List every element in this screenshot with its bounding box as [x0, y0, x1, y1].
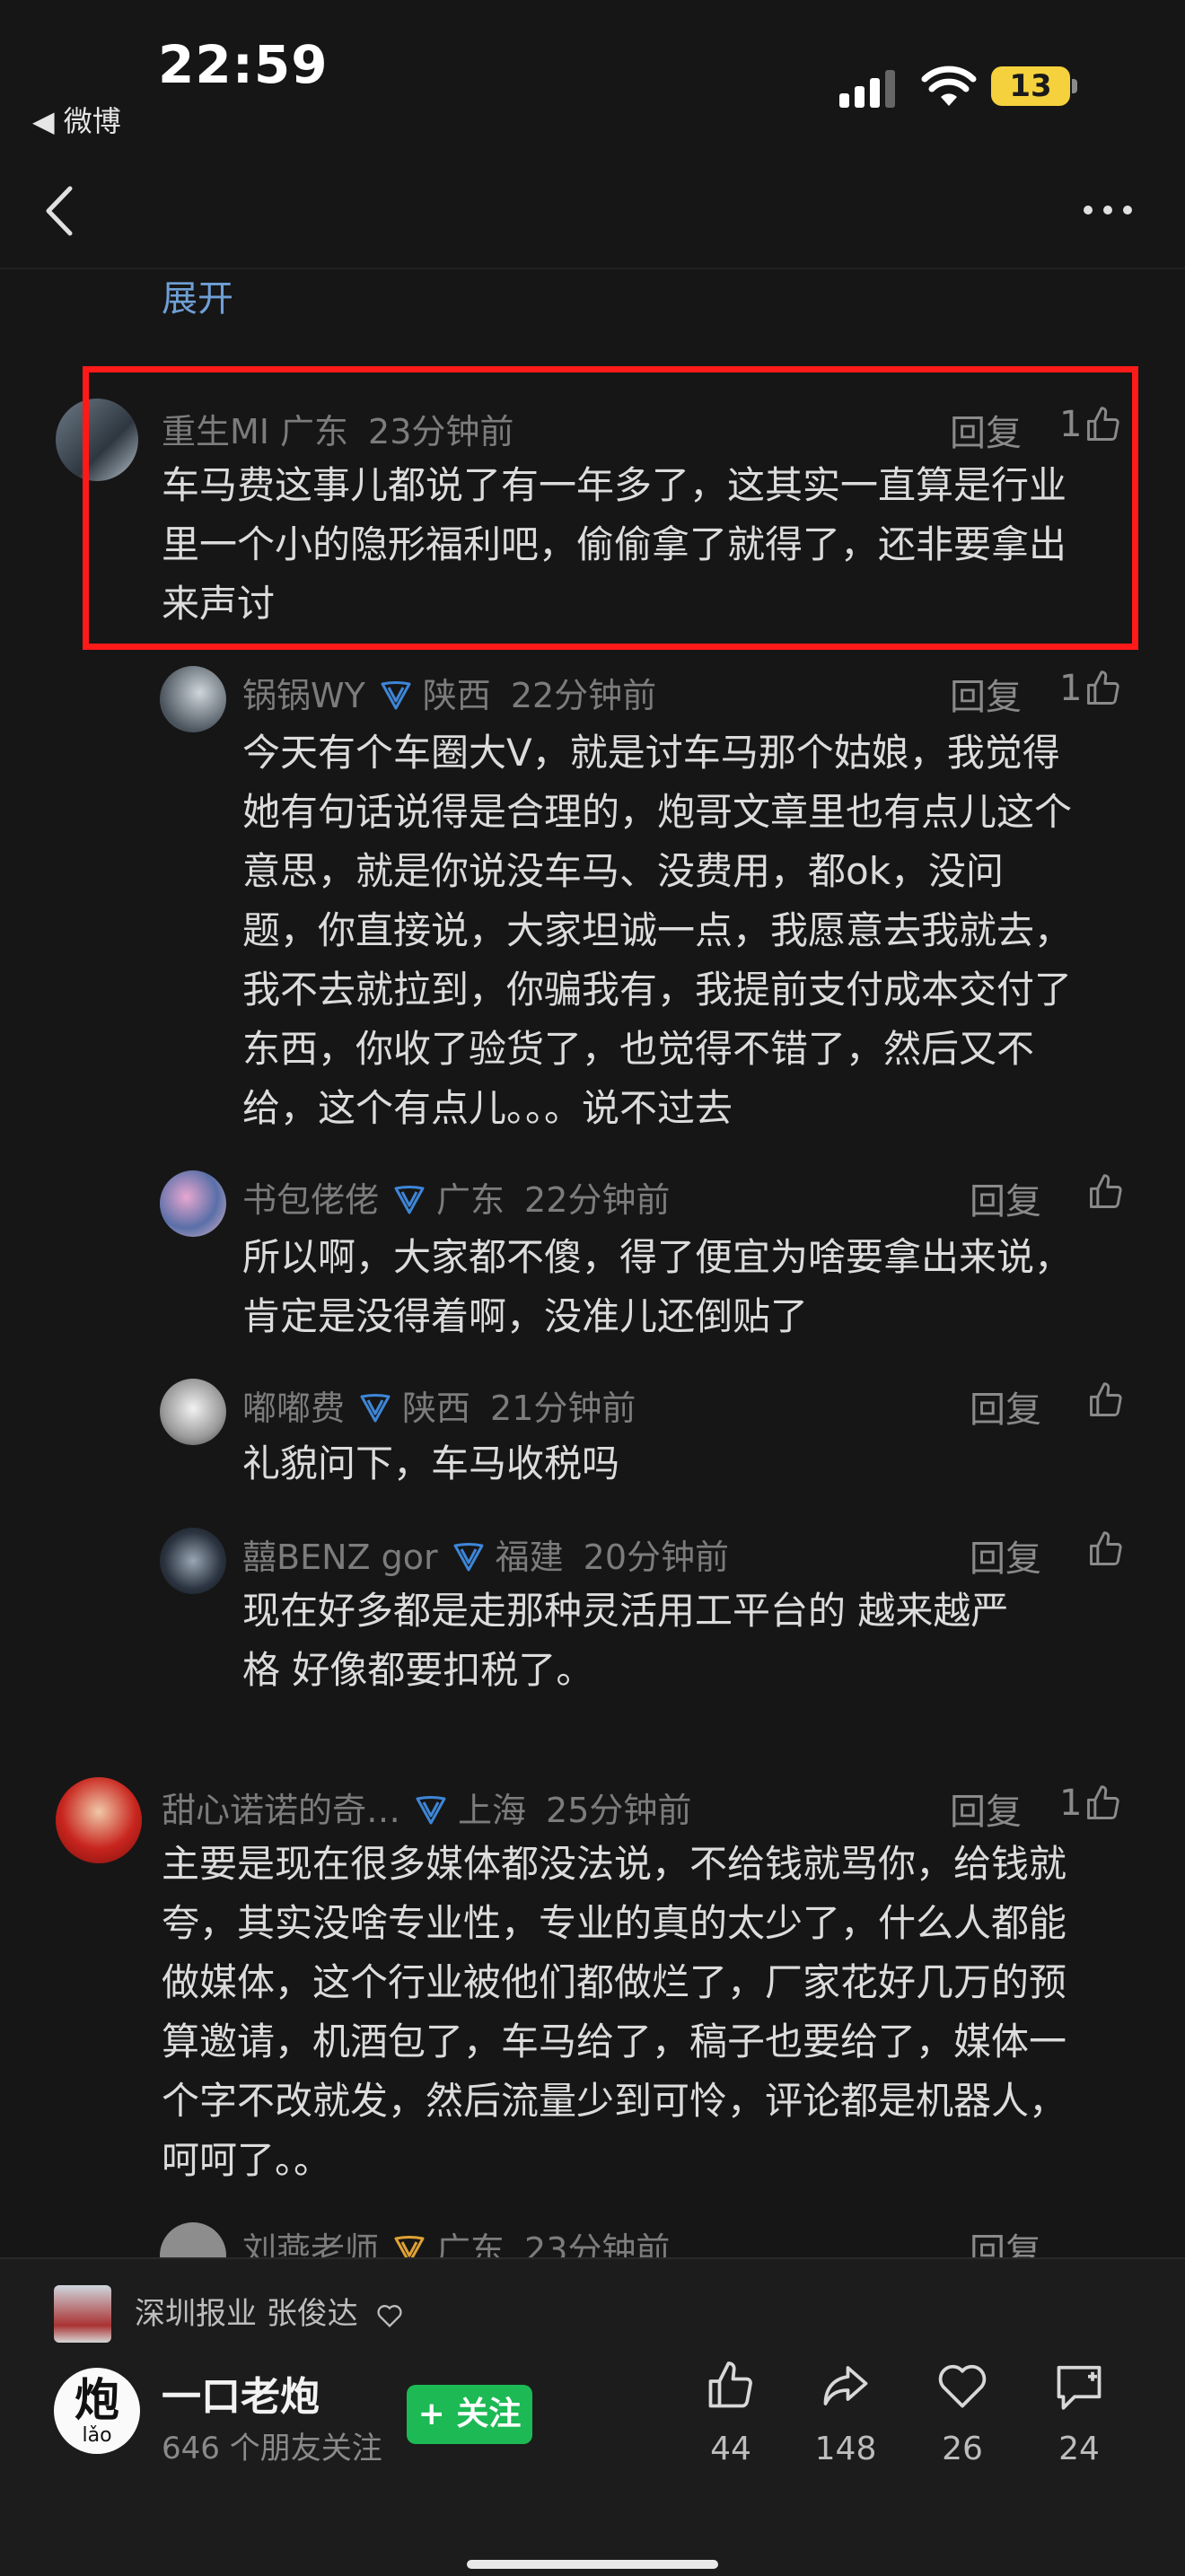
- comment-line: 算邀请，机酒包了，车马给了，稿子也要给了，媒体一: [162, 2020, 1067, 2063]
- comment-time: 22分钟前: [510, 676, 657, 715]
- comment-body: 礼貌问下，车马收税吗: [242, 1434, 1149, 1494]
- more-options-icon[interactable]: [1081, 203, 1135, 217]
- repost-source-avatar[interactable]: [54, 2285, 111, 2343]
- like-button[interactable]: [1086, 1172, 1126, 1212]
- commenter-location: 福建: [495, 1538, 564, 1577]
- reply-button[interactable]: 回复: [970, 1380, 1041, 1433]
- comment-line: 格 好像都要扣税了。: [242, 1648, 594, 1692]
- account-name[interactable]: 一口老炮: [162, 2364, 320, 2422]
- like-button[interactable]: 1: [1059, 668, 1123, 709]
- comment-line: 呵呵了。。: [162, 2138, 332, 2182]
- verified-badge-icon: [360, 1393, 391, 1422]
- battery-indicator: 13: [991, 66, 1070, 106]
- like-button[interactable]: [1086, 1380, 1126, 1420]
- repost-source-text[interactable]: 深圳报业 张俊达: [135, 2289, 404, 2333]
- comment-meta: 甜心诺诺的奇… 上海 25分钟前: [162, 1783, 691, 1832]
- battery-cap: [1072, 79, 1077, 93]
- thumbs-up-icon: [1087, 670, 1120, 705]
- comment-line: 今天有个车圈大V，就是讨车马那个姑娘，我觉得: [242, 731, 1060, 775]
- like-count: 1: [1059, 1783, 1083, 1824]
- comment-meta: 书包佬佬 广东 22分钟前: [242, 1172, 670, 1222]
- avatar[interactable]: [56, 1777, 142, 1863]
- comment-body: 今天有个车圈大V，就是讨车马那个姑娘，我觉得 她有句话说得是合理的，炮哥文章里也…: [242, 723, 1149, 1138]
- account-avatar-sub: lǎo: [82, 2424, 112, 2447]
- avatar[interactable]: [160, 666, 226, 732]
- commenter-location: 陕西: [422, 676, 491, 715]
- repost-count: 148: [814, 2431, 877, 2467]
- account-followers: 646 个朋友关注: [162, 2431, 382, 2466]
- comment-body: 所以啊，大家都不傻，得了便宜为啥要拿出来说， 肯定是没得着啊，没准儿还倒贴了: [242, 1228, 1149, 1346]
- comment-time: 21分钟前: [490, 1389, 636, 1428]
- comment-meta: 囍BENZ gor 福建 20分钟前: [242, 1529, 729, 1579]
- comment-line: 给，这个有点儿。。。说不过去: [242, 1086, 733, 1130]
- thumbs-up-icon: [1087, 1785, 1120, 1819]
- comment-line: 个字不改就发，然后流量少到可怜，评论都是机器人，: [162, 2079, 1067, 2123]
- like-count: 44: [710, 2431, 751, 2467]
- thumbs-up-icon: [1090, 1531, 1122, 1565]
- avatar[interactable]: [160, 1528, 226, 1594]
- comment-time: 25分钟前: [546, 1791, 692, 1830]
- commenter-name[interactable]: 书包佬佬: [242, 1180, 379, 1220]
- account-avatar[interactable]: 炮 lǎo: [54, 2368, 140, 2454]
- comment-line: 东西，你收了验货了，也觉得不错了，然后又不: [242, 1027, 1035, 1071]
- comment-count: 24: [1058, 2431, 1100, 2467]
- comment-line: 现在好多都是走那种灵活用工平台的 越来越严: [242, 1589, 1009, 1633]
- avatar[interactable]: [160, 1170, 226, 1237]
- comment-bubble-icon[interactable]: [1052, 2361, 1106, 2413]
- commenter-location: 上海: [458, 1791, 527, 1830]
- comment-line: 主要是现在很多媒体都没法说，不给钱就骂你，给钱就: [162, 1842, 1067, 1886]
- comment-time: 22分钟前: [524, 1180, 671, 1220]
- repost-source-label: 深圳报业 张俊达: [135, 2296, 358, 2332]
- comment-line: 意思，就是你说没车马、没费用，都ok，没问: [242, 849, 1005, 893]
- comment-meta: 锅锅WY 陕西 22分钟前: [242, 668, 656, 717]
- reply-button[interactable]: 回复: [970, 1529, 1041, 1582]
- wifi-icon: [921, 66, 977, 106]
- commenter-name[interactable]: 锅锅WY: [242, 676, 365, 715]
- comment-body: 主要是现在很多媒体都没法说，不给钱就骂你，给钱就 夸，其实没啥专业性，专业的真的…: [162, 1835, 1149, 2190]
- heart-outline-icon: [377, 2304, 402, 2327]
- like-count: 1: [1059, 668, 1083, 709]
- comment-line: 她有句话说得是合理的，炮哥文章里也有点儿这个: [242, 790, 1073, 834]
- cellular-signal-icon: [839, 70, 895, 108]
- comment-meta: 嘟嘟费 陕西 21分钟前: [242, 1380, 636, 1430]
- avatar[interactable]: [160, 1379, 226, 1445]
- commenter-name[interactable]: 嘟嘟费: [242, 1389, 345, 1428]
- follow-button[interactable]: + 关注: [407, 2385, 532, 2444]
- reply-button[interactable]: 回复: [950, 1783, 1022, 1835]
- reply-button[interactable]: 回复: [970, 1172, 1041, 1224]
- favorite-heart-icon[interactable]: [935, 2361, 989, 2411]
- verified-badge-icon: [416, 1795, 446, 1824]
- comment-body: 现在好多都是走那种灵活用工平台的 越来越严 格 好像都要扣税了。: [242, 1582, 1149, 1700]
- comment-line: 我不去就拉到，你骗我有，我提前支付成本交付了: [242, 968, 1073, 1012]
- comment-line: 肯定是没得着啊，没准儿还倒贴了: [242, 1294, 809, 1338]
- comment-time: 20分钟前: [583, 1538, 729, 1577]
- commenter-name[interactable]: 甜心诺诺的奇…: [162, 1791, 400, 1830]
- highlight-box: [83, 366, 1138, 650]
- comment-line: 夸，其实没啥专业性，专业的真的太少了，什么人都能: [162, 1901, 1067, 1945]
- back-to-app-link[interactable]: ◀ 微博: [32, 99, 121, 140]
- favorite-count: 26: [942, 2431, 983, 2467]
- thumbs-up-icon: [1090, 1174, 1122, 1208]
- account-avatar-glyph: 炮: [75, 2374, 119, 2426]
- commenter-location: 陕西: [402, 1389, 471, 1428]
- repost-icon[interactable]: [819, 2359, 873, 2413]
- like-button[interactable]: 1: [1059, 1783, 1123, 1824]
- commenter-location: 广东: [436, 1180, 505, 1220]
- like-icon[interactable]: [704, 2359, 758, 2413]
- thumbs-up-icon: [1090, 1382, 1122, 1416]
- back-arrow-icon[interactable]: [43, 185, 75, 237]
- commenter-name[interactable]: 囍BENZ gor: [242, 1538, 438, 1577]
- reply-button[interactable]: 回复: [950, 668, 1022, 720]
- comment-line: 礼貌问下，车马收税吗: [242, 1441, 620, 1485]
- comment-line: 所以啊，大家都不傻，得了便宜为啥要拿出来说，: [242, 1235, 1073, 1279]
- home-indicator: [467, 2560, 718, 2569]
- verified-badge-icon: [394, 1185, 425, 1214]
- verified-badge-icon: [381, 680, 411, 709]
- status-time: 22:59: [158, 34, 329, 95]
- expand-link[interactable]: 展开: [162, 269, 233, 321]
- comment-line: 题，你直接说，大家坦诚一点，我愿意去我就去，: [242, 908, 1073, 952]
- verified-badge-icon: [453, 1542, 484, 1571]
- comment-line: 做媒体，这个行业被他们都做烂了，厂家花好几万的预: [162, 1960, 1067, 2004]
- like-button[interactable]: [1086, 1529, 1126, 1569]
